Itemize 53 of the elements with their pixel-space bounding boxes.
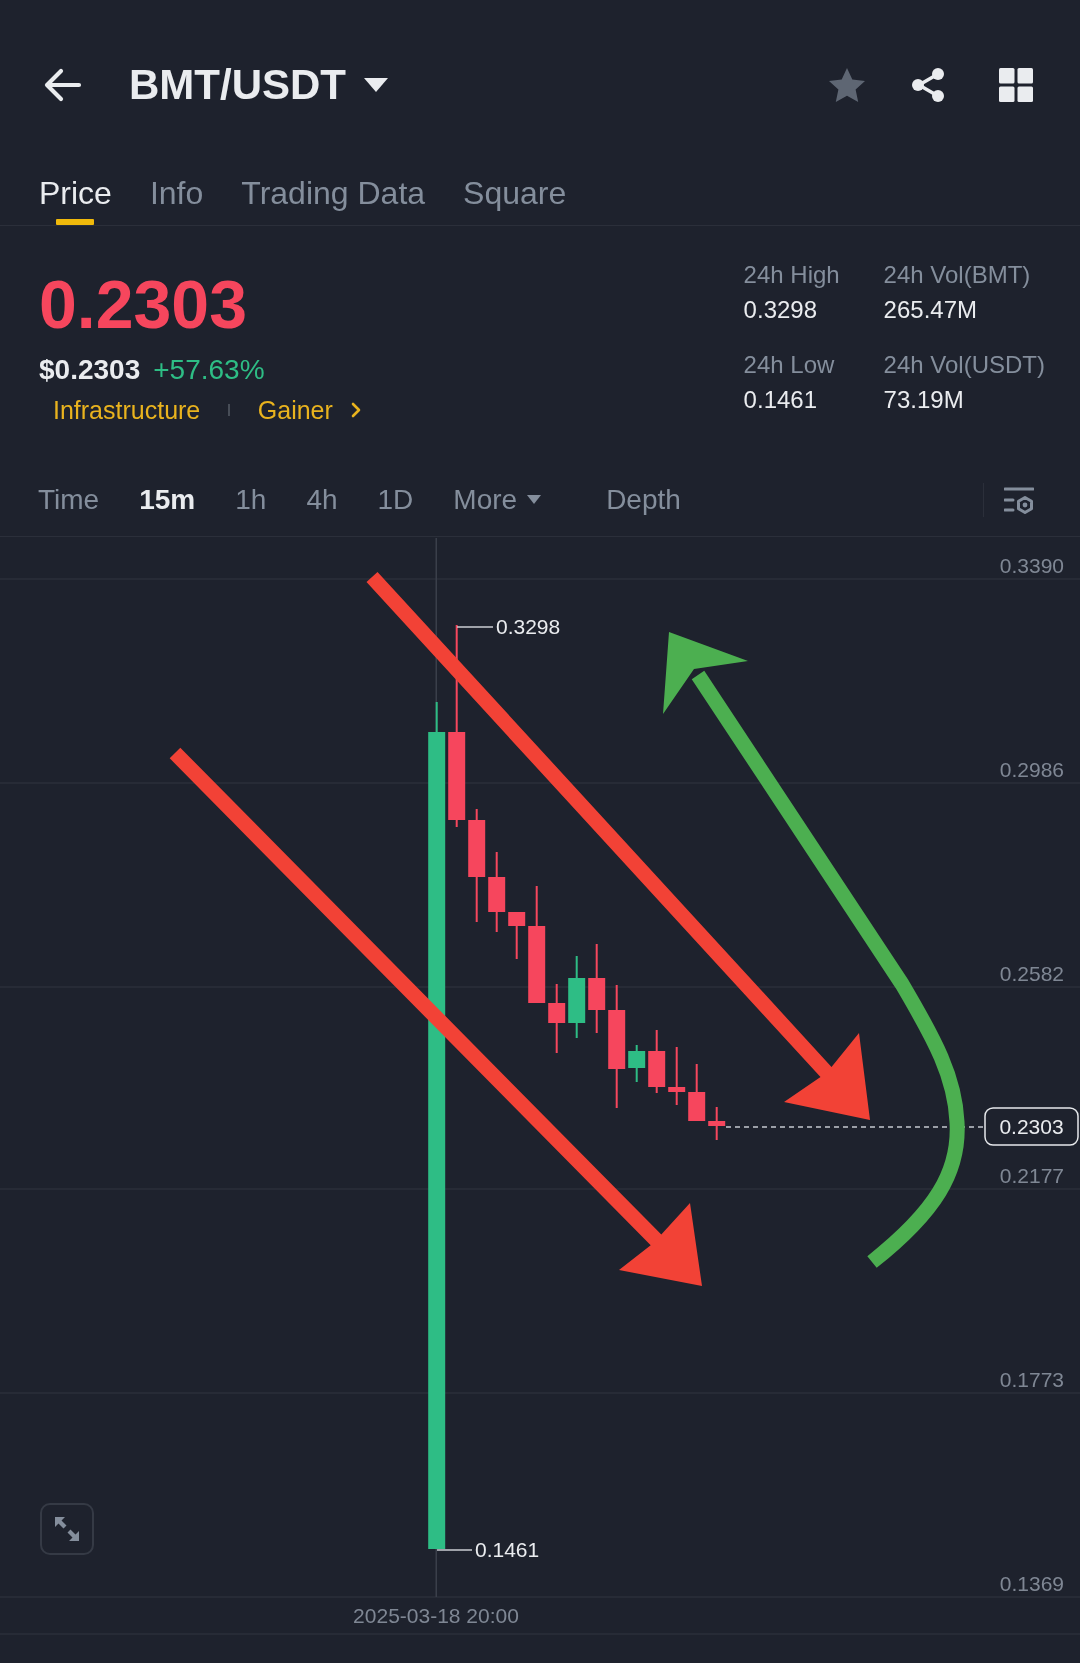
caret-down-icon bbox=[527, 495, 542, 504]
stat-value: 73.19M bbox=[883, 385, 965, 415]
stat-label: 24h Vol(USDT) bbox=[883, 350, 1045, 380]
interval-option[interactable]: Time bbox=[38, 481, 100, 518]
price-axis-label: 0.2177 bbox=[999, 1164, 1064, 1187]
tab[interactable]: Info bbox=[149, 130, 204, 225]
tab[interactable]: Trading Data bbox=[241, 130, 426, 225]
category-tag[interactable]: Gainer bbox=[257, 394, 333, 426]
expand-icon bbox=[53, 1515, 81, 1543]
price-axis-label: 0.2986 bbox=[999, 758, 1064, 781]
price-axis-label: 0.1773 bbox=[999, 1368, 1064, 1391]
price-axis-label: 0.1369 bbox=[999, 1572, 1064, 1595]
interval-option[interactable]: 1h bbox=[235, 481, 267, 518]
stat-label: 24h Low bbox=[743, 350, 836, 380]
interval-option[interactable]: 1D bbox=[377, 481, 414, 518]
last-price-tag: 0.2303 bbox=[984, 1107, 1079, 1146]
tab[interactable]: Price bbox=[39, 130, 112, 225]
low-price-label: 0.1461 bbox=[475, 1538, 540, 1561]
stat-value: 265.47M bbox=[883, 295, 978, 325]
candlestick bbox=[668, 1047, 686, 1105]
tab[interactable]: Square bbox=[463, 130, 567, 225]
star-icon[interactable] bbox=[829, 67, 865, 103]
leader-line bbox=[457, 626, 493, 628]
fullscreen-button[interactable] bbox=[40, 1503, 94, 1555]
stat-label: 24h Vol(BMT) bbox=[883, 260, 1032, 290]
candlestick bbox=[508, 912, 526, 959]
time-axis-label: 2025-03-18 20:00 bbox=[353, 1604, 519, 1627]
grid-icon[interactable] bbox=[999, 68, 1033, 102]
depth-view-tab[interactable]: Depth bbox=[606, 481, 681, 518]
settings-icon[interactable] bbox=[1004, 485, 1034, 514]
high-price-label: 0.3298 bbox=[496, 615, 561, 638]
price-axis-label: 0.3390 bbox=[999, 554, 1064, 577]
interval-option[interactable]: 4h bbox=[306, 481, 338, 518]
stat-value: 0.1461 bbox=[743, 385, 818, 415]
last-price: 0.2303 bbox=[39, 266, 248, 342]
pair-selector[interactable]: BMT/USDT bbox=[129, 60, 388, 110]
candlestick bbox=[648, 1030, 666, 1093]
share-icon[interactable] bbox=[911, 68, 945, 102]
stat-label: 24h High bbox=[743, 260, 841, 290]
stat-value: 0.3298 bbox=[743, 295, 818, 325]
more-menu-button[interactable]: More bbox=[453, 481, 542, 518]
chevron-right-icon[interactable] bbox=[350, 402, 361, 418]
interval-option[interactable]: 15m bbox=[139, 481, 196, 518]
candlestick bbox=[708, 1107, 726, 1140]
fiat-price: $0.2303 bbox=[39, 353, 141, 387]
candlestick bbox=[688, 1064, 706, 1121]
leader-line bbox=[437, 1549, 472, 1551]
caret-down-icon bbox=[364, 78, 388, 92]
price-change: +57.63% bbox=[153, 353, 265, 387]
candlestick bbox=[548, 984, 566, 1053]
category-tag[interactable]: Infrastructure bbox=[53, 394, 201, 426]
price-axis-label: 0.2582 bbox=[999, 962, 1064, 985]
candlestick bbox=[628, 1045, 646, 1082]
